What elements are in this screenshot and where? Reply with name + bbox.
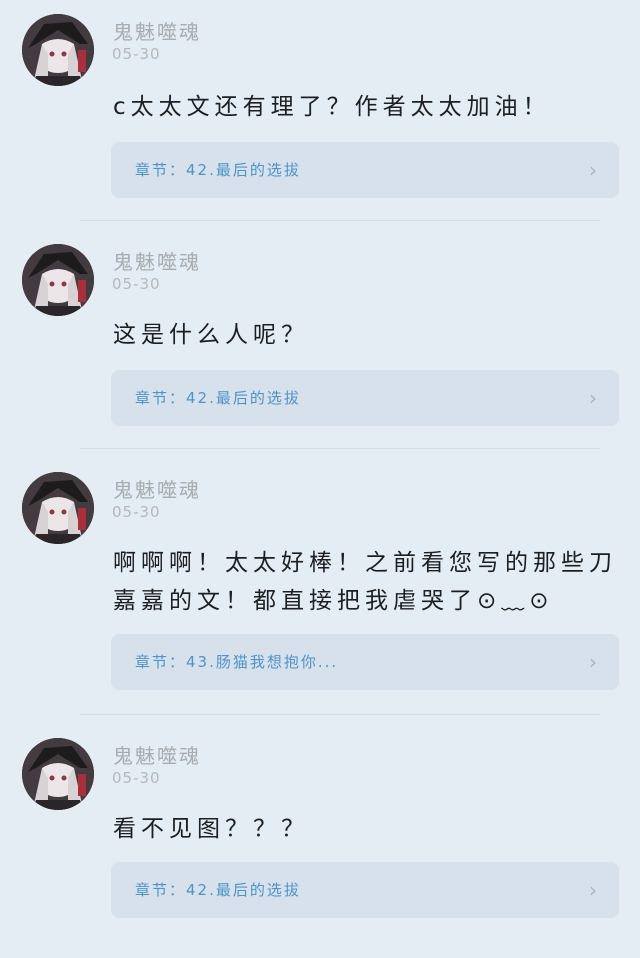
avatar[interactable] xyxy=(22,14,94,86)
comment-text: 啊啊啊！太太好棒！之前看您写的那些刀嘉嘉的文！都直接把我虐哭了⊙﹏⊙ xyxy=(113,550,617,614)
chapter-link[interactable]: 章节：42.最后的选拔 › xyxy=(111,862,619,918)
comment-date: 05-30 xyxy=(112,503,161,521)
username[interactable]: 鬼魅噬魂 xyxy=(113,740,201,769)
chevron-right-icon: › xyxy=(589,158,597,182)
chapter-label: 章节：42.最后的选拔 xyxy=(135,161,301,179)
avatar[interactable] xyxy=(22,472,94,544)
chapter-link[interactable]: 章节：42.最后的选拔 › xyxy=(111,370,619,426)
chapter-label: 章节：42.最后的选拔 xyxy=(135,881,301,899)
avatar[interactable] xyxy=(22,738,94,810)
comment-text: 这是什么人呢？ xyxy=(113,322,309,348)
chapter-label: 章节：43.肠猫我想抱你... xyxy=(135,653,339,671)
comment-date: 05-30 xyxy=(112,275,161,293)
chevron-right-icon: › xyxy=(589,878,597,902)
divider xyxy=(80,220,600,221)
comment-item: 鬼魅噬魂 05-30 看不见图？？？ 章节：42.最后的选拔 › xyxy=(0,738,640,938)
username[interactable]: 鬼魅噬魂 xyxy=(113,474,201,503)
comment-item: 鬼魅噬魂 05-30 啊啊啊！太太好棒！之前看您写的那些刀嘉嘉的文！都直接把我虐… xyxy=(0,472,640,702)
avatar-icon xyxy=(22,738,94,810)
chapter-link[interactable]: 章节：42.最后的选拔 › xyxy=(111,142,619,198)
divider xyxy=(80,448,600,449)
chapter-link[interactable]: 章节：43.肠猫我想抱你... › xyxy=(111,634,619,690)
divider xyxy=(80,714,600,715)
username[interactable]: 鬼魅噬魂 xyxy=(113,16,201,45)
avatar-icon xyxy=(22,244,94,316)
comment-feed: 鬼魅噬魂 05-30 c太太文还有理了？作者太太加油！ 章节：42.最后的选拔 … xyxy=(0,0,640,958)
avatar[interactable] xyxy=(22,244,94,316)
comment-date: 05-30 xyxy=(112,45,161,63)
chevron-right-icon: › xyxy=(589,650,597,674)
comment-item: 鬼魅噬魂 05-30 这是什么人呢？ 章节：42.最后的选拔 › xyxy=(0,244,640,444)
comment-text: c太太文还有理了？作者太太加油！ xyxy=(113,94,551,120)
avatar-icon xyxy=(22,14,94,86)
comment-date: 05-30 xyxy=(112,769,161,787)
chapter-label: 章节：42.最后的选拔 xyxy=(135,389,301,407)
avatar-icon xyxy=(22,472,94,544)
username[interactable]: 鬼魅噬魂 xyxy=(113,246,201,275)
comment-text: 看不见图？？？ xyxy=(113,816,309,842)
comment-item: 鬼魅噬魂 05-30 c太太文还有理了？作者太太加油！ 章节：42.最后的选拔 … xyxy=(0,14,640,214)
chevron-right-icon: › xyxy=(589,386,597,410)
